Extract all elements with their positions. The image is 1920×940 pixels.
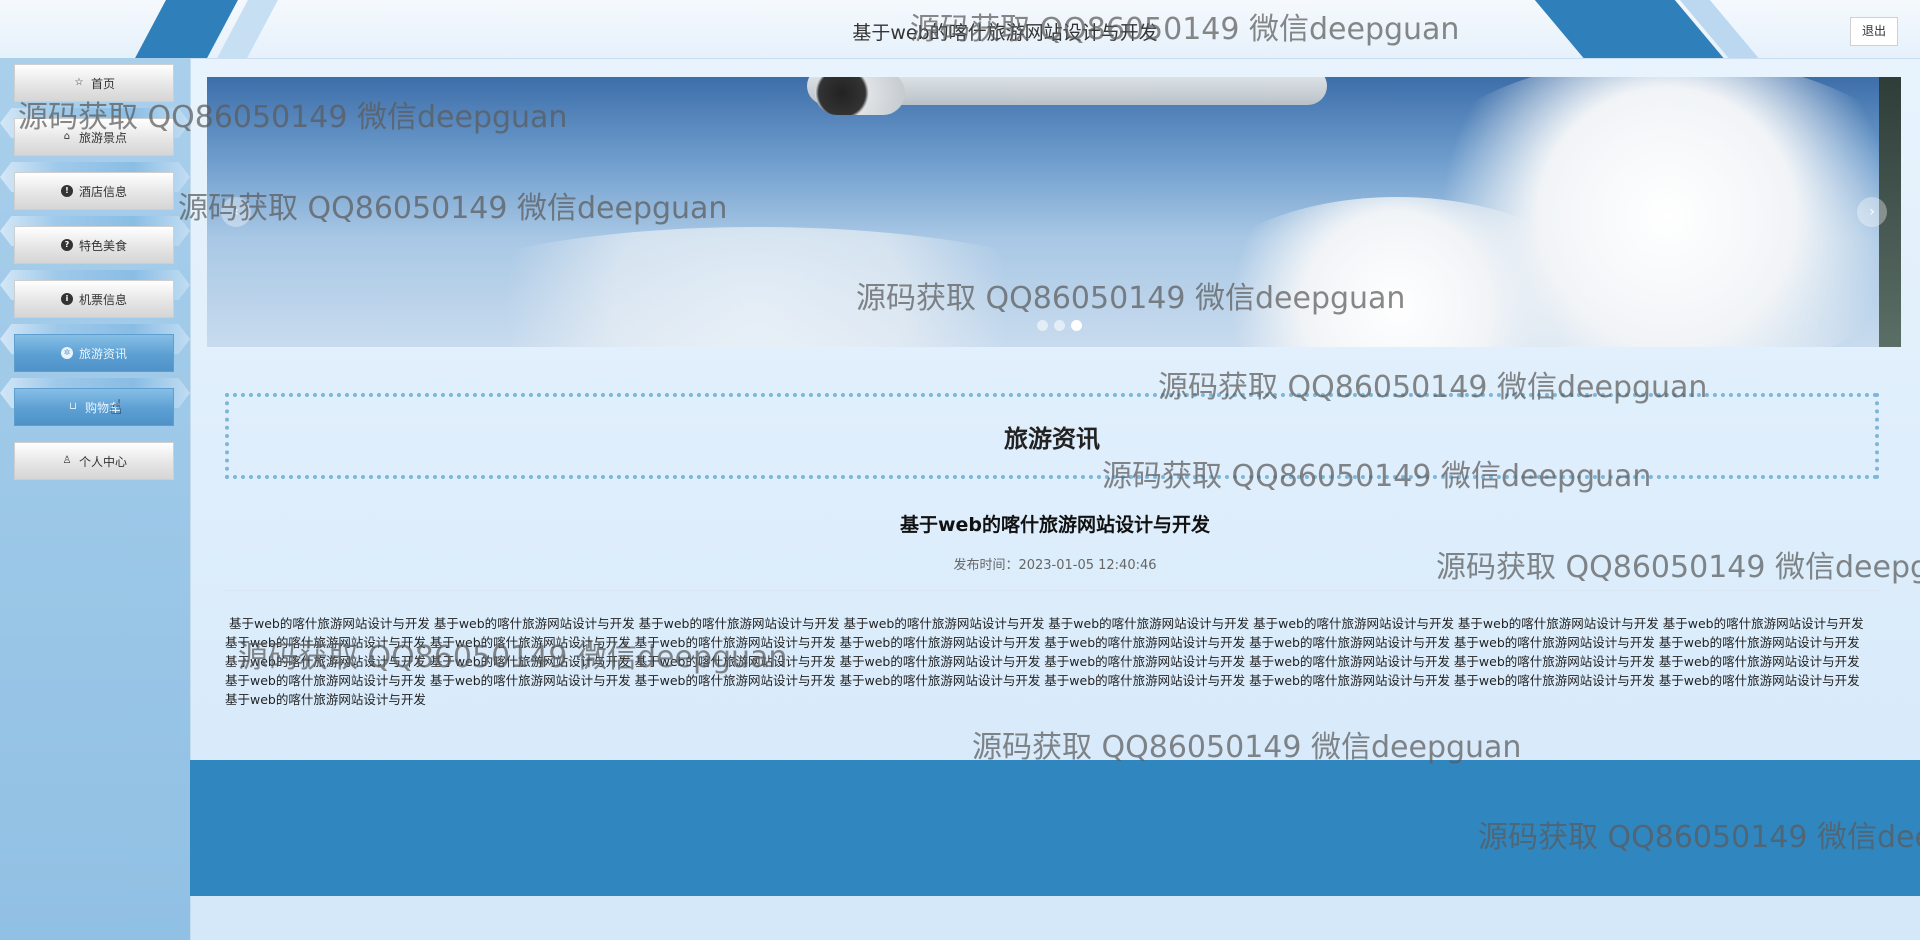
divider [225, 590, 1879, 591]
sidebar-item-label: 特色美食 [78, 238, 127, 253]
sidebar-item-flights[interactable]: i 机票信息 [14, 280, 174, 318]
cart-icon: ⊔ [69, 401, 77, 412]
gear-circle-icon: ✲ [60, 347, 73, 359]
banner-prev-arrow[interactable]: ‹ [221, 197, 251, 227]
sidebar-item-home[interactable]: ☆ 首页 [14, 64, 174, 102]
sidebar-item-label: 购物车 [84, 400, 121, 415]
section-title: 旅游资讯 [225, 393, 1879, 479]
banner-dot-active[interactable] [1071, 320, 1082, 331]
site-title: 基于web的喀什旅游网站设计与开发 [852, 22, 1158, 44]
main-content: ‹ › 旅游资讯 基于web的喀什旅游网站设计与开发 发布时间：2023-01-… [190, 58, 1920, 940]
sidebar-item-label: 酒店信息 [78, 184, 127, 199]
logout-button[interactable]: 退出 [1850, 17, 1898, 46]
banner-next-arrow[interactable]: › [1857, 197, 1887, 227]
bag-icon: ⌂ [63, 131, 71, 142]
article-title: 基于web的喀什旅游网站设计与开发 [899, 514, 1211, 536]
question-circle-icon: ? [60, 239, 73, 251]
banner-dots [1037, 320, 1082, 331]
sidebar-item-label: 个人中心 [78, 454, 127, 469]
sidebar-item-profile[interactable]: ♙ 个人中心 [14, 442, 174, 480]
sidebar-item-cart[interactable]: ⊔ 购物车 [14, 388, 174, 426]
sidebar-item-label: 旅游资讯 [78, 346, 127, 361]
sidebar-nav: ☆ 首页 ⌂ 旅游景点 ! 酒店信息 ? 特色美食 i 机票信息 ✲ 旅游资讯 … [0, 58, 191, 940]
banner-carousel[interactable]: ‹ › [207, 77, 1901, 347]
star-icon: ☆ [74, 77, 84, 88]
sidebar-item-food[interactable]: ? 特色美食 [14, 226, 174, 264]
top-header: 基于web的喀什旅游网站设计与开发 退出 [0, 0, 1920, 59]
sidebar-item-hotels[interactable]: ! 酒店信息 [14, 172, 174, 210]
footer [190, 760, 1920, 896]
banner-dot[interactable] [1037, 320, 1048, 331]
sidebar-item-attractions[interactable]: ⌂ 旅游景点 [14, 118, 174, 156]
cloud-shape [407, 227, 1107, 347]
article-body: 基于web的喀什旅游网站设计与开发 基于web的喀什旅游网站设计与开发 基于we… [225, 616, 1864, 707]
sidebar-item-news[interactable]: ✲ 旅游资讯 [14, 334, 174, 372]
banner-dot[interactable] [1054, 320, 1065, 331]
exclamation-circle-icon: ! [60, 185, 73, 197]
publish-time: 发布时间：2023-01-05 12:40:46 [953, 558, 1157, 573]
sidebar-item-label: 机票信息 [78, 292, 127, 307]
user-icon: ♙ [62, 455, 72, 466]
airplane-engine-image [815, 77, 905, 115]
sidebar-item-label: 旅游景点 [78, 130, 127, 145]
info-circle-icon: i [60, 293, 73, 305]
sidebar-item-label: 首页 [90, 76, 115, 91]
